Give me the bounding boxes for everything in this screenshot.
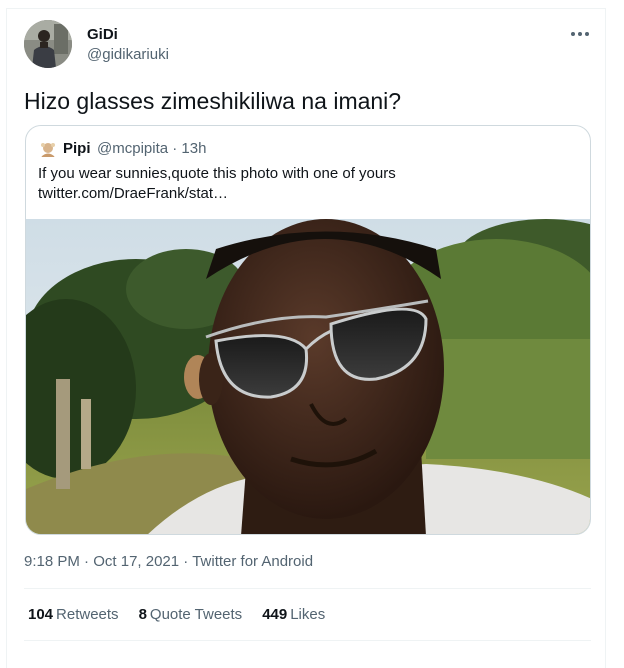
retweets-stat[interactable]: 104 Retweets xyxy=(28,606,119,623)
divider xyxy=(24,588,591,589)
quoted-avatar-image xyxy=(38,139,58,159)
more-horizontal-icon xyxy=(571,32,589,36)
quoted-tweet[interactable]: Pipi @mcpipita · 13h If you wear sunnies… xyxy=(25,125,591,535)
tweet-time[interactable]: 9:18 PM xyxy=(24,553,80,570)
author-handle[interactable]: @gidikariuki xyxy=(87,46,169,63)
meta-separator: · xyxy=(79,553,94,570)
meta-separator: · xyxy=(179,553,193,570)
quoted-author-avatar xyxy=(38,139,58,159)
author-avatar[interactable] xyxy=(24,20,72,68)
quoted-tweet-photo[interactable] xyxy=(26,219,591,535)
tweet-meta: 9:18 PM · Oct 17, 2021 · Twitter for And… xyxy=(24,553,313,570)
quoted-tweet-text: If you wear sunnies,quote this photo wit… xyxy=(38,164,396,204)
retweets-label: Retweets xyxy=(56,606,119,623)
quoted-text-line: If you wear sunnies,quote this photo wit… xyxy=(38,165,396,182)
likes-count: 449 xyxy=(262,606,288,623)
divider xyxy=(24,640,591,641)
author-display-name[interactable]: GiDi xyxy=(87,26,118,43)
tweet-stats: 104 Retweets 8 Quote Tweets 449 Likes xyxy=(28,606,325,623)
tweet-source[interactable]: Twitter for Android xyxy=(192,553,313,570)
quoted-link[interactable]: twitter.com/DraeFrank/stat… xyxy=(38,184,396,204)
quote-tweets-count: 8 xyxy=(138,606,147,623)
tweet-text: Hizo glasses zimeshikiliwa na imani? xyxy=(24,88,402,114)
likes-stat[interactable]: 449 Likes xyxy=(262,606,325,623)
quoted-author-handle-time: @mcpipita · 13h xyxy=(97,140,207,157)
retweets-count: 104 xyxy=(28,606,54,623)
likes-label: Likes xyxy=(290,606,326,623)
quoted-author-name: Pipi xyxy=(63,140,91,157)
more-options-button[interactable] xyxy=(565,22,595,46)
quote-tweets-stat[interactable]: 8 Quote Tweets xyxy=(139,606,243,623)
quote-tweets-label: Quote Tweets xyxy=(149,606,243,623)
avatar-image xyxy=(24,20,72,68)
tweet-date[interactable]: Oct 17, 2021 xyxy=(93,553,179,570)
